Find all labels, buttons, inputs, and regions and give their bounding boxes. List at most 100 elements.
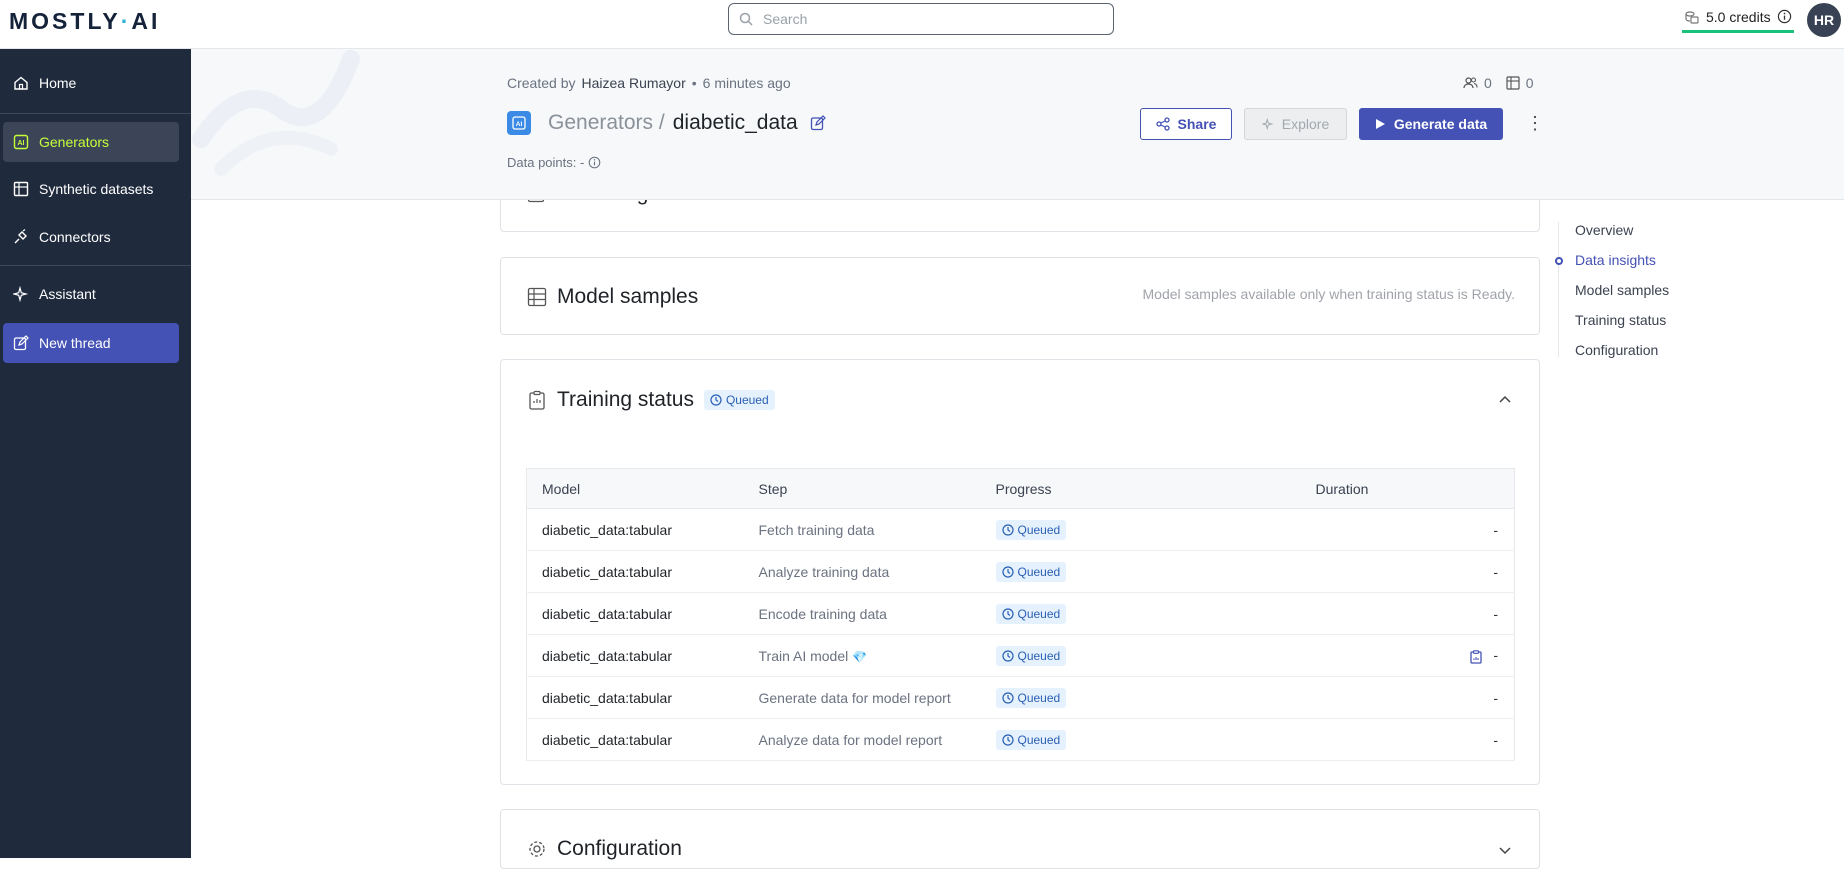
model-samples-card[interactable]: Model samples Model samples available on… [500,257,1540,335]
gear-icon [529,841,545,857]
step-cell: Encode training data [743,592,981,635]
table-icon [527,287,547,307]
toc-item-training-status[interactable]: Training status [1575,312,1666,328]
clock-icon [1001,523,1014,536]
clock-icon [1001,607,1014,620]
toc-item-data-insights[interactable]: Data insights [1575,252,1656,268]
progress-cell: Queued [980,676,1301,719]
progress-cell: Queued [980,508,1301,551]
search-input[interactable] [763,11,1083,27]
sidebar-item-synthetic-datasets[interactable]: Synthetic datasets [3,169,179,209]
model-samples-hint: Model samples available only when traini… [1142,286,1516,302]
model-cell: diabetic_data:tabular [526,550,744,593]
sidebar-item-label: Assistant [39,286,96,302]
queued-badge: Queued [995,687,1067,708]
created-time: 6 minutes ago [702,75,791,91]
sidebar: Home AI Generators Synthetic datasets Co… [0,49,191,858]
explore-button[interactable]: Explore [1244,108,1347,140]
queued-badge: Queued [995,729,1067,750]
user-avatar[interactable]: HR [1807,3,1841,37]
clock-icon [1001,733,1014,746]
logo-text-left: MOSTLY [9,8,121,34]
table-header-row: Model Step Progress Duration [526,468,1515,509]
breadcrumb-generators-link[interactable]: Generators / [548,111,665,135]
queued-badge: Queued [995,645,1067,666]
edit-icon[interactable] [810,115,826,131]
chevron-down-icon[interactable] [1497,842,1513,858]
more-options-icon[interactable]: ⋮ [1526,113,1544,134]
info-icon[interactable] [1777,9,1792,24]
sidebar-item-connectors[interactable]: Connectors [3,217,179,257]
training-log-icon[interactable] [1469,649,1483,664]
created-prefix: Created by [507,75,576,91]
share-button[interactable]: Share [1140,108,1232,140]
step-cell: Train AI model 💎 [743,634,981,677]
table-row: diabetic_data:tabular Analyze data for m… [526,718,1515,761]
sidebar-item-assistant[interactable]: Assistant [3,274,179,314]
plug-icon [14,229,27,244]
sidebar-divider [0,113,191,114]
configuration-card[interactable]: Configuration [500,809,1540,869]
column-header-model: Model [526,468,744,509]
sidebar-item-home[interactable]: Home [3,63,179,103]
logo-text-right: AI [131,8,161,34]
info-icon[interactable] [588,156,601,169]
datasets-count[interactable]: 0 [1506,75,1534,91]
clipboard-icon [529,390,545,410]
step-cell: Fetch training data [743,508,981,551]
chevron-up-icon[interactable] [1497,392,1513,408]
status-badge-label: Queued [725,393,769,407]
duration-cell: - [1300,676,1515,719]
play-icon [1375,119,1385,129]
share-label: Share [1177,116,1217,132]
toc-active-dot [1555,257,1563,265]
credits-indicator[interactable]: 5.0 credits [1682,7,1794,33]
progress-label: Queued [1017,564,1061,579]
step-cell: Generate data for model report [743,676,981,719]
training-table: Model Step Progress Duration diabetic_da… [526,468,1515,761]
toc-item-overview[interactable]: Overview [1575,222,1633,238]
new-thread-button[interactable]: New thread [3,323,179,363]
home-icon [14,76,28,90]
progress-cell: Queued [980,550,1301,593]
generate-data-button[interactable]: Generate data [1359,108,1503,140]
sidebar-divider [0,265,191,266]
training-status-header[interactable]: Training status Queued [527,388,775,412]
data-points-label: Data points: - [507,155,585,170]
configuration-title: Configuration [557,837,682,860]
share-icon [1155,117,1170,131]
training-status-title: Training status [557,388,694,411]
model-cell: diabetic_data:tabular [526,508,744,551]
edit-icon [13,335,29,351]
column-header-step: Step [743,468,981,509]
users-icon [1463,77,1478,89]
model-cell: diabetic_data:tabular [526,634,744,677]
model-cell: diabetic_data:tabular [526,676,744,719]
clock-icon [1001,649,1014,662]
column-header-progress: Progress [980,468,1301,509]
queued-badge: Queued [995,561,1067,582]
credits-label: 5.0 credits [1706,8,1771,25]
generate-label: Generate data [1393,116,1488,132]
step-cell: Analyze data for model report [743,718,981,761]
progress-label: Queued [1017,522,1061,537]
sparkle-icon [13,286,29,302]
mostly-ai-logo[interactable]: MOSTLY·AI [9,8,160,35]
sidebar-item-label: Generators [39,134,110,150]
sidebar-item-label: Home [39,75,77,91]
queued-badge: Queued [995,519,1067,540]
table-row: diabetic_data:tabular Analyze training d… [526,550,1515,593]
datasets-count-value: 0 [1525,75,1534,91]
shared-users-count[interactable]: 0 [1463,75,1492,91]
table-row: diabetic_data:tabular Fetch training dat… [526,508,1515,551]
search-box[interactable] [728,3,1114,35]
duration-cell: - [1300,634,1515,677]
table-icon [13,181,29,197]
generator-icon: AI [507,111,531,135]
clock-icon [1001,565,1014,578]
toc-item-configuration[interactable]: Configuration [1575,342,1658,358]
counts: 0 0 [1463,75,1534,91]
brand-watermark-icon [192,50,360,176]
sidebar-item-generators[interactable]: AI Generators [3,122,179,162]
toc-item-model-samples[interactable]: Model samples [1575,282,1669,298]
